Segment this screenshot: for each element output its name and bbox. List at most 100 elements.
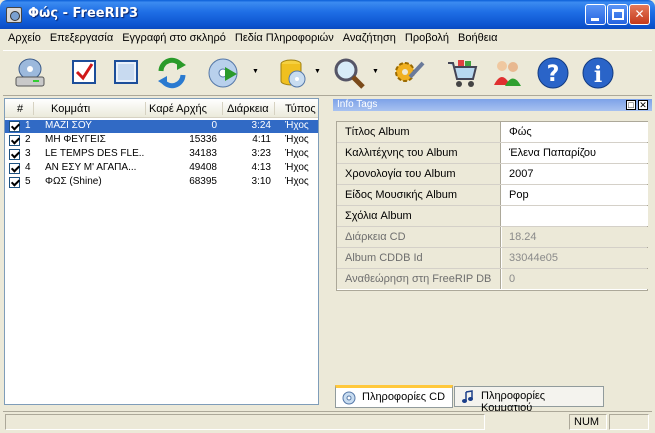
- panel-float-button[interactable]: □: [626, 100, 636, 110]
- svg-text:i: i: [594, 62, 602, 88]
- column-track[interactable]: Κομμάτι: [51, 103, 90, 115]
- info-tags-title: Info Tags: [337, 99, 378, 110]
- column-divider[interactable]: [33, 102, 34, 115]
- track-duration: 3:23: [251, 148, 271, 159]
- search-button[interactable]: [330, 55, 368, 91]
- refresh-icon: [158, 57, 186, 89]
- album-genre-field[interactable]: Pop: [505, 185, 529, 205]
- menu-rip[interactable]: Εγγραφή στο σκληρό: [117, 29, 230, 44]
- menu-bar: Αρχείο Επεξεργασία Εγγραφή στο σκληρό Πεδία…: [3, 29, 652, 49]
- maximize-button[interactable]: [607, 4, 628, 25]
- menu-file[interactable]: Αρχείο: [3, 29, 45, 44]
- close-icon: ✕: [634, 7, 645, 21]
- close-icon: ✕: [639, 100, 647, 110]
- tab-cd-info[interactable]: Πληροφορίες CD: [335, 385, 453, 408]
- panel-close-button[interactable]: ✕: [638, 100, 648, 110]
- field-row[interactable]: Είδος Μουσικής Album Pop: [337, 185, 648, 206]
- minimize-button[interactable]: [585, 4, 606, 25]
- track-duration: 3:10: [251, 176, 271, 187]
- cd-icon: [342, 391, 356, 405]
- track-checkbox[interactable]: [9, 149, 20, 160]
- track-start-frame: 68395: [189, 176, 217, 187]
- check-all-button[interactable]: [65, 55, 103, 91]
- column-number[interactable]: #: [17, 103, 23, 115]
- info-tags-panel: Info Tags □ ✕ Τίτλος Album Φώς Καλλιτέχν…: [333, 99, 652, 385]
- track-duration: 4:13: [251, 162, 271, 173]
- numlock-indicator: NUM: [569, 414, 607, 430]
- track-type: Ήχος: [285, 134, 309, 145]
- track-row[interactable]: 1 ΜΑΖΙ ΣΟΥ 0 3:24 Ήχος: [5, 120, 318, 133]
- drive-icon: [15, 58, 45, 87]
- cd-play-dropdown-icon[interactable]: ▼: [252, 68, 259, 75]
- svg-text:?: ?: [547, 62, 560, 87]
- field-row: Διάρκεια CD 18.24: [337, 227, 648, 248]
- track-checkbox[interactable]: [9, 177, 20, 188]
- menu-help[interactable]: Βοήθεια: [453, 29, 501, 44]
- column-duration[interactable]: Διάρκεια: [227, 103, 269, 115]
- check-all-icon: [72, 60, 96, 84]
- track-start-frame: 49408: [189, 162, 217, 173]
- album-comments-field[interactable]: [505, 206, 509, 226]
- info-button[interactable]: i: [579, 55, 617, 91]
- column-divider[interactable]: [274, 102, 275, 115]
- field-row[interactable]: Χρονολογία του Album 2007: [337, 164, 648, 185]
- shop-icon: [448, 60, 478, 87]
- database-dropdown-icon[interactable]: ▼: [314, 68, 321, 75]
- users-button[interactable]: [489, 55, 527, 91]
- info-tabs: Πληροφορίες CD Πληροφορίες Κομματιού: [333, 385, 652, 414]
- tab-label: Πληροφορίες CD: [362, 391, 446, 403]
- track-number: 2: [25, 134, 31, 145]
- track-title: ΦΩΣ (Shine): [45, 176, 102, 187]
- refresh-button[interactable]: [153, 55, 191, 91]
- album-artist-field[interactable]: Έλενα Παπαρίζου: [505, 143, 596, 163]
- track-checkbox[interactable]: [9, 163, 20, 174]
- track-row[interactable]: 2 ΜΗ ΦΕΥΓΕΙΣ 15336 4:11 Ήχος: [5, 134, 318, 147]
- shop-button[interactable]: [443, 55, 481, 91]
- track-title: LE TEMPS DES FLE...: [45, 148, 145, 159]
- track-checkbox[interactable]: [9, 135, 20, 146]
- tab-track-info[interactable]: Πληροφορίες Κομματιού: [454, 386, 604, 414]
- close-button[interactable]: ✕: [629, 4, 650, 25]
- track-start-frame: 0: [211, 120, 217, 131]
- help-button[interactable]: ?: [534, 55, 572, 91]
- album-title-field[interactable]: Φώς: [505, 122, 532, 142]
- field-label: Τίτλος Album: [337, 122, 501, 142]
- menu-view[interactable]: Προβολή: [400, 29, 453, 44]
- track-checkbox[interactable]: [9, 121, 20, 132]
- track-list[interactable]: # Κομμάτι Καρέ Αρχής Διάρκεια Τύπος 1 ΜΑ…: [4, 98, 319, 405]
- track-row[interactable]: 4 ΑΝ ΕΣΥ Μ' ΑΓΑΠΑ... 49408 4:13 Ήχος: [5, 162, 318, 175]
- track-row[interactable]: 5 ΦΩΣ (Shine) 68395 3:10 Ήχος: [5, 176, 318, 189]
- column-start-frame[interactable]: Καρέ Αρχής: [149, 103, 207, 115]
- window-title: Φώς - FreeRIP3: [28, 6, 139, 21]
- info-tags-grid: Τίτλος Album Φώς Καλλιτέχνης του Album Έ…: [336, 121, 648, 291]
- settings-icon: [395, 61, 425, 82]
- field-label: Αναθεώρηση στη FreeRIP DB: [337, 269, 501, 289]
- pane-splitter[interactable]: [322, 98, 330, 408]
- track-start-frame: 15336: [189, 134, 217, 145]
- track-row[interactable]: 3 LE TEMPS DES FLE... 34183 3:23 Ήχος: [5, 148, 318, 161]
- settings-button[interactable]: [390, 55, 428, 91]
- search-dropdown-icon[interactable]: ▼: [372, 68, 379, 75]
- database-button[interactable]: [274, 55, 312, 91]
- drive-button[interactable]: [11, 55, 49, 91]
- uncheck-all-icon: [114, 60, 138, 84]
- uncheck-all-button[interactable]: [107, 55, 145, 91]
- column-type[interactable]: Τύπος: [285, 103, 316, 115]
- cd-play-button[interactable]: [205, 55, 243, 91]
- field-row[interactable]: Καλλιτέχνης του Album Έλενα Παπαρίζου: [337, 143, 648, 164]
- menu-edit[interactable]: Επεξεργασία: [45, 29, 117, 44]
- status-message: [5, 414, 485, 430]
- track-title: ΑΝ ΕΣΥ Μ' ΑΓΑΠΑ...: [45, 162, 137, 173]
- column-divider[interactable]: [145, 102, 146, 115]
- field-label: Διάρκεια CD: [337, 227, 501, 247]
- app-icon[interactable]: [6, 7, 22, 23]
- users-icon: [494, 61, 521, 86]
- menu-search[interactable]: Αναζήτηση: [338, 29, 400, 44]
- field-row[interactable]: Τίτλος Album Φώς: [337, 122, 648, 143]
- album-year-field[interactable]: 2007: [505, 164, 533, 184]
- music-note-icon: [462, 390, 473, 403]
- menu-info-fields[interactable]: Πεδία Πληροφοριών: [230, 29, 338, 44]
- field-row[interactable]: Σχόλια Album: [337, 206, 648, 227]
- column-divider[interactable]: [222, 102, 223, 115]
- minimize-icon: [591, 18, 599, 21]
